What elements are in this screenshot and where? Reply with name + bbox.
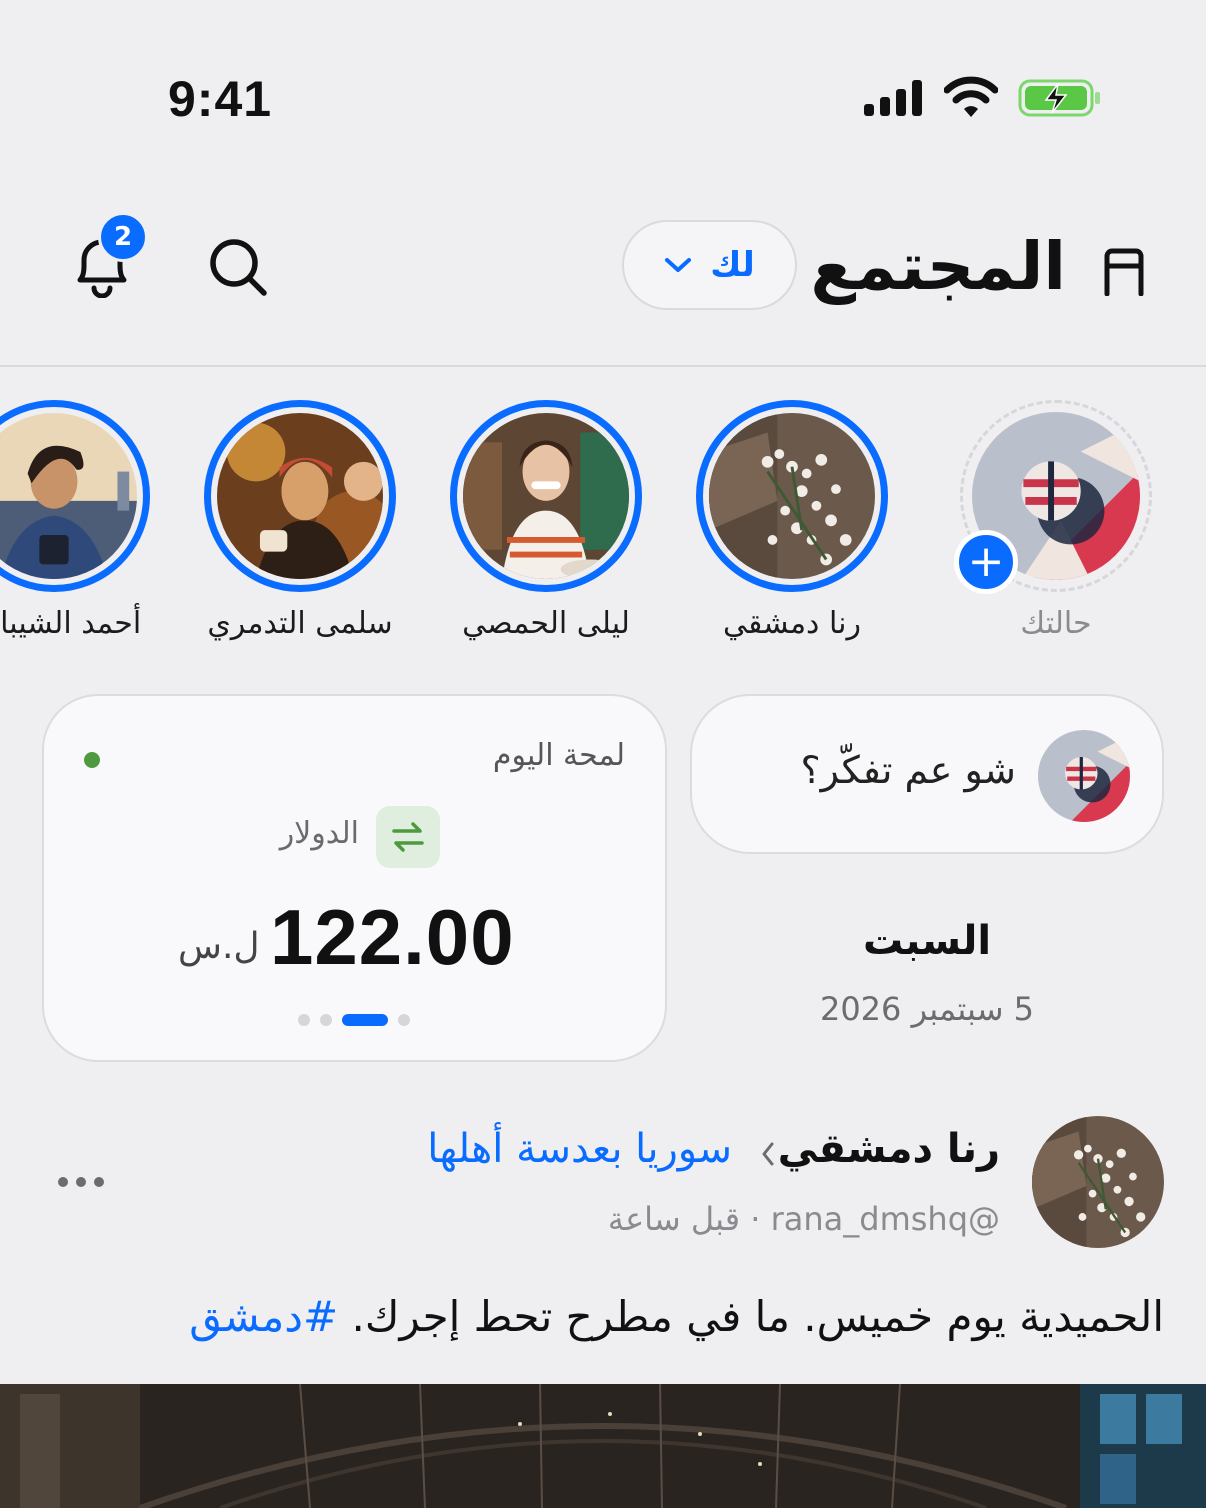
page-indicator[interactable] <box>298 1014 410 1026</box>
page-dot-active <box>342 1014 388 1026</box>
status-time: 9:41 <box>168 71 273 127</box>
page-dot <box>320 1014 332 1026</box>
battery-charging-icon <box>1018 79 1100 117</box>
notification-badge: 2 <box>98 212 148 262</box>
story-name: ليلى الحمصي <box>462 606 630 641</box>
post-text: الحميدية يوم خميس. ما في مطرح تحط إجرك. <box>351 1292 1165 1341</box>
ahmad-avatar-image <box>0 413 137 579</box>
story-name: أحمد الشيباني <box>0 606 142 641</box>
cellular-signal-icon <box>864 80 922 116</box>
currency-name: الدولار <box>279 816 359 851</box>
story-self[interactable]: + حالتك <box>954 400 1152 650</box>
story-ring <box>696 400 888 592</box>
story-name: رنا دمشقي <box>723 606 861 641</box>
story-name: حالتك <box>1020 606 1092 641</box>
story-ring <box>0 400 150 592</box>
story-rana[interactable]: رنا دمشقي <box>696 400 888 650</box>
post-avatar-image <box>1032 1116 1164 1248</box>
avatar <box>217 413 383 579</box>
post-composer[interactable]: شو عم تفكّر؟ <box>690 694 1164 854</box>
avatar <box>463 413 629 579</box>
story-layla[interactable]: ليلى الحمصي <box>450 400 642 650</box>
page-dot <box>298 1014 310 1026</box>
live-indicator <box>84 752 100 768</box>
salma-avatar-image <box>217 413 383 579</box>
post-author-name[interactable]: رنا دمشقي <box>778 1126 1000 1172</box>
post-community-link[interactable]: سوريا بعدسة أهلها <box>427 1126 732 1172</box>
more-dot <box>76 1177 86 1187</box>
story-ring <box>204 400 396 592</box>
day-name: السبت <box>862 918 992 964</box>
post-image[interactable] <box>0 1384 1206 1508</box>
story-ahmad[interactable]: أحمد الشيباني <box>0 400 150 650</box>
plus-icon: + <box>967 536 1005 587</box>
more-dot <box>58 1177 68 1187</box>
rate-value: 122.00 <box>270 893 515 981</box>
page-title: المجتمع <box>810 228 1067 305</box>
post-hashtag[interactable]: #دمشق <box>189 1292 338 1341</box>
header-divider <box>0 365 1206 367</box>
composer-avatar-image <box>1038 730 1130 822</box>
post-author-avatar[interactable] <box>1032 1116 1164 1248</box>
full-date: 5 سبتمبر 2026 <box>819 990 1035 1028</box>
add-story-button[interactable]: + <box>954 530 1018 594</box>
bookmark-icon[interactable] <box>1102 248 1146 296</box>
avatar <box>709 413 875 579</box>
more-options-button[interactable] <box>58 1168 112 1196</box>
post-body: الحميدية يوم خميس. ما في مطرح تحط إجرك. … <box>189 1292 1164 1341</box>
avatar <box>0 413 137 579</box>
story-name: سلمى التدمري <box>207 606 393 641</box>
rana-avatar-image <box>709 413 875 579</box>
widget-title: لمحة اليوم <box>492 738 625 773</box>
chevron-left-icon <box>762 1142 774 1166</box>
more-dot <box>94 1177 104 1187</box>
page-dot <box>398 1014 410 1026</box>
avatar <box>1038 730 1130 822</box>
story-salma[interactable]: سلمى التدمري <box>204 400 396 650</box>
story-ring <box>450 400 642 592</box>
composer-placeholder: شو عم تفكّر؟ <box>800 748 1016 792</box>
post-meta: @rana_dmshq · قبل ساعة <box>607 1200 1000 1238</box>
chevron-down-icon <box>665 258 692 272</box>
feed-filter-label: لك <box>710 245 755 285</box>
layla-avatar-image <box>463 413 629 579</box>
rate-unit: ل.س <box>178 926 260 967</box>
search-icon[interactable] <box>206 236 270 298</box>
feed-filter-dropdown[interactable]: لك <box>622 220 797 310</box>
souq-photo <box>0 1384 1206 1508</box>
wifi-icon <box>944 76 998 117</box>
exchange-rate-widget[interactable]: لمحة اليوم الدولار 122.00 ل.س <box>42 694 667 1062</box>
exchange-icon <box>376 806 440 868</box>
